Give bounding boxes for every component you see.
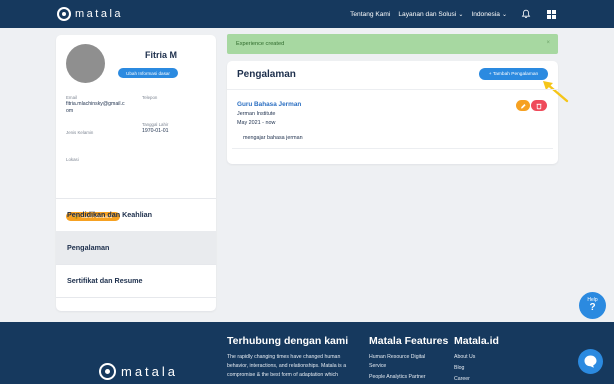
nav-link-layanan[interactable]: Layanan dan Solusi ⌄ [398, 11, 463, 18]
nav-link-tentang-kami[interactable]: Tentang Kami [350, 11, 390, 18]
sidebar-item-pendidikan[interactable]: Pendidikan dan Keahlian [56, 198, 216, 231]
divider [232, 148, 553, 149]
chat-button[interactable] [578, 349, 603, 374]
edit-basic-info-button[interactable]: Ubah Informasi dasar [118, 68, 178, 78]
sidebar-item-label: Sertifikat dan Resume [67, 276, 143, 285]
footer-contact-text-2: behavior, interactions, and relationship… [227, 363, 347, 369]
footer-contact-text-3: compromise & the best form of adaptation… [227, 372, 339, 378]
delete-experience-button[interactable] [531, 100, 547, 111]
trash-icon [536, 103, 542, 110]
logo-text: matala [75, 8, 124, 20]
close-icon[interactable]: × [546, 40, 550, 46]
experience-card: Pengalaman + Tambah Pengalaman Guru Baha… [227, 61, 569, 164]
bell-icon[interactable] [521, 9, 531, 19]
pencil-icon [521, 104, 526, 109]
birthdate-value: 1970-01-01 [142, 128, 169, 134]
divider [227, 89, 558, 90]
help-button[interactable]: Help ? [579, 292, 606, 319]
footer-features-heading: Matala Features [369, 335, 449, 347]
email-value-line1: fitria.mlachinsky@gmail.c [66, 101, 125, 107]
sidebar-item-label: Pendidikan dan Keahlian [67, 210, 153, 219]
footer-contact-text-1: The rapidly changing times have changed … [227, 354, 341, 360]
nav-menu: Tentang Kami Layanan dan Solusi ⌄ Indones… [342, 0, 556, 28]
footer-feature-link[interactable]: Service [369, 363, 386, 371]
nav-link-label: Indonesia [471, 10, 500, 18]
experience-period: May 2021 - now [237, 120, 276, 126]
email-label: Email [66, 95, 77, 100]
sidebar-item-label: Pengalaman [67, 243, 110, 252]
phone-label: Telepon [142, 95, 158, 100]
question-icon: ? [589, 302, 596, 313]
matala-logo[interactable]: matala [57, 7, 123, 21]
chevron-down-icon: ⌄ [458, 11, 464, 18]
apps-grid-icon[interactable] [547, 9, 556, 19]
experience-description: mengajar bahasa jerman [243, 135, 303, 141]
birthdate-label: Tanggal Lahir [142, 122, 169, 127]
experience-position: Guru Bahasa Jerman [237, 101, 302, 108]
footer-contact-heading: Terhubung dengan kami [227, 335, 349, 347]
avatar [66, 44, 105, 83]
footer-feature-link[interactable]: People Analytics Partner [369, 374, 426, 382]
footer: matala Terhubung dengan kami The rapidly… [0, 322, 614, 384]
footer-link-blog[interactable]: Blog [454, 365, 464, 373]
sidebar-item-sertifikat[interactable]: Sertifikat dan Resume [56, 264, 216, 297]
nav-link-label: Tentang Kami [350, 10, 391, 18]
email-value-line2: om [66, 108, 74, 114]
location-label: Lokasi [66, 157, 79, 162]
experience-company: Jerman Institute [237, 111, 276, 117]
edit-experience-button[interactable] [516, 100, 530, 111]
logo-mark-icon [99, 363, 116, 380]
logo-mark-icon [57, 7, 71, 21]
footer-site-heading: Matala.id [454, 335, 499, 347]
nav-link-label: Layanan dan Solusi [398, 10, 457, 18]
footer-link-career[interactable]: Career [454, 376, 470, 384]
footer-logo-text: matala [121, 364, 179, 379]
add-experience-button[interactable]: + Tambah Pengalaman [479, 68, 548, 80]
success-alert: Experience created × [227, 34, 558, 54]
profile-name: Fitria M [145, 50, 178, 60]
section-title: Pengalaman [237, 69, 296, 80]
footer-link-about[interactable]: About Us [454, 354, 475, 362]
chevron-down-icon: ⌄ [501, 11, 507, 18]
alert-message: Experience created [236, 41, 285, 47]
footer-feature-link[interactable]: Human Resource Digital [369, 354, 425, 362]
gender-label: Jenis Kelamin [66, 130, 94, 135]
sidebar-item-pengalaman[interactable]: Pengalaman [56, 231, 216, 264]
chat-bubble-icon [584, 355, 597, 368]
top-navbar: matala Tentang Kami Layanan dan Solusi ⌄ … [0, 0, 614, 28]
footer-logo: matala [99, 363, 178, 380]
divider [56, 297, 216, 298]
profile-card: Fitria M Ubah Informasi dasar Email fitr… [56, 35, 216, 311]
language-selector[interactable]: Indonesia ⌄ [471, 11, 507, 18]
